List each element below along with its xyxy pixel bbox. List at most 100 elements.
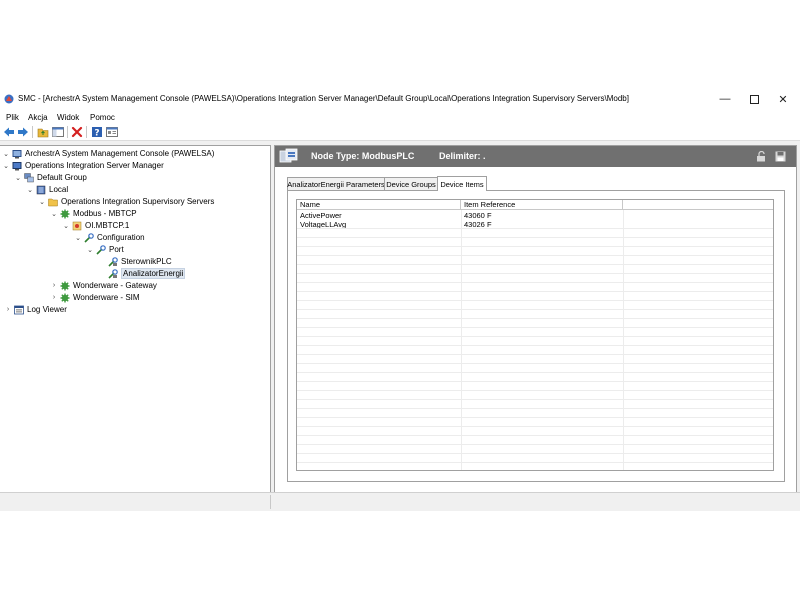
window-title: SMC - [ArchestrA System Management Conso… [18,94,629,103]
grid-row-line [297,399,773,400]
tree-node-label: Port [109,245,124,254]
close-icon[interactable]: ✕ [770,91,796,107]
tree-node-wonderware-gateway[interactable]: › Wonderware - Gateway [50,280,157,291]
toolbar: ? [0,124,800,141]
tree-node-console[interactable]: ⌄ ArchestrA System Management Console (P… [2,148,214,159]
toolbar-separator [86,126,87,138]
collapse-chevron-icon[interactable]: ⌄ [86,244,94,255]
show-hide-tree-icon[interactable] [52,126,64,138]
tree-node-port[interactable]: ⌄ Port [86,244,124,255]
collapse-chevron-icon[interactable]: ⌄ [2,148,10,159]
properties-icon[interactable] [106,126,118,138]
tab-device-items[interactable]: Device Items [437,176,487,191]
tab-control: AnalizatorEnergii Parameters Device Grou… [287,176,785,483]
tree-node-label: OI.MBTCP.1 [85,221,130,230]
tree-node-supervisory-servers[interactable]: ⌄ Operations Integration Supervisory Ser… [38,196,214,207]
tree-node-label: ArchestrA System Management Console (PAW… [25,149,215,158]
smc-app-icon [4,94,14,104]
folder-icon [48,197,58,207]
grid-row-line [297,462,773,463]
help-icon[interactable]: ? [91,126,103,138]
forward-icon[interactable] [17,126,29,138]
grid-row-line [297,237,773,238]
collapse-chevron-icon[interactable]: ⌄ [50,208,58,219]
grid-row-line [297,453,773,454]
title-bar[interactable]: SMC - [ArchestrA System Management Conso… [0,88,800,110]
collapse-chevron-icon[interactable]: ⌄ [14,172,22,183]
tree-node-label: Modbus - MBTCP [73,209,137,218]
tree-node-log-viewer[interactable]: › Log Viewer [4,304,67,315]
smc-window: SMC - [ArchestrA System Management Conso… [0,88,800,511]
tree-node-default-group[interactable]: ⌄ Default Group [14,172,87,183]
console-tree[interactable]: ⌄ ArchestrA System Management Console (P… [0,145,271,493]
grid-row-line [297,264,773,265]
tree-node-label: Operations Integration Supervisory Serve… [61,197,215,206]
menu-akcja[interactable]: Akcja [28,113,48,122]
log-viewer-icon [14,305,24,315]
table-cell-reference[interactable]: 43060 F [461,211,622,220]
grid-row-line [297,255,773,256]
maximize-icon[interactable] [741,91,767,107]
tab-analizatorenergii-parameters[interactable]: AnalizatorEnergii Parameters [287,177,385,191]
collapse-chevron-icon[interactable]: ⌄ [38,196,46,207]
grid-row-line [297,426,773,427]
grid-row-line [297,390,773,391]
grid-row-line [297,345,773,346]
menu-bar: Plik Akcja Widok Pomoc [0,110,800,124]
grid-row-line [297,246,773,247]
status-bar [0,492,800,511]
tree-node-local[interactable]: ⌄ Local [26,184,68,195]
collapse-chevron-icon[interactable]: ⌄ [62,220,70,231]
table-cell-name[interactable]: ActivePower [297,211,460,220]
lock-icon[interactable] [756,150,767,162]
expand-chevron-icon[interactable]: › [50,292,58,303]
tree-node-oi-mbtcp[interactable]: ⌄ OI.MBTCP.1 [62,220,129,231]
device-items-panel: Name Item Reference ActivePower 43060 F … [287,190,785,482]
tree-node-analizatorenergii[interactable]: AnalizatorEnergii [108,268,186,279]
collapse-chevron-icon[interactable]: ⌄ [2,160,10,171]
collapse-chevron-icon[interactable]: ⌄ [26,184,34,195]
up-folder-icon[interactable] [37,126,49,138]
tree-node-wonderware-sim[interactable]: › Wonderware - SIM [50,292,140,303]
back-icon[interactable] [3,126,15,138]
expand-chevron-icon[interactable]: › [50,280,58,291]
grid-column-line [623,210,624,470]
plc-icon [108,256,118,267]
tree-node-configuration[interactable]: ⌄ Configuration [74,232,145,243]
tree-node-server-manager[interactable]: ⌄ Operations Integration Server Manager [2,160,164,171]
status-divider [270,495,271,509]
grid-row-line [297,318,773,319]
toolbar-separator [32,126,33,138]
delete-icon[interactable] [71,126,83,138]
tree-node-label: Log Viewer [27,305,67,314]
grid-row-line [297,417,773,418]
expand-chevron-icon[interactable]: › [4,304,12,315]
tree-node-label: Operations Integration Server Manager [25,161,164,170]
grid-row-line [297,309,773,310]
column-header-item-reference[interactable]: Item Reference [461,200,623,210]
grid-row-line [297,291,773,292]
tree-node-label: Wonderware - SIM [73,293,140,302]
tree-node-label: AnalizatorEnergii [121,268,186,279]
column-header-spacer [623,200,773,210]
column-header-name[interactable]: Name [297,200,461,210]
tab-device-groups[interactable]: Device Groups [384,177,438,191]
menu-plik[interactable]: Plik [6,113,19,122]
collapse-chevron-icon[interactable]: ⌄ [74,232,82,243]
grid-row-line [297,228,773,229]
grid-row-line [297,273,773,274]
tree-node-modbus-mbtcp[interactable]: ⌄ Modbus - MBTCP [50,208,137,219]
grid-row-line [297,327,773,328]
menu-widok[interactable]: Widok [57,113,79,122]
menu-pomoc[interactable]: Pomoc [90,113,115,122]
device-node-icon [279,148,299,165]
grid-row-line [297,435,773,436]
grid-row-line [297,372,773,373]
tree-node-label: Wonderware - Gateway [73,281,157,290]
save-icon[interactable] [775,151,786,162]
node-header: Node Type: ModbusPLC Delimiter: . [275,146,796,167]
plc-icon [108,268,118,279]
device-items-grid[interactable]: Name Item Reference ActivePower 43060 F … [296,199,774,471]
minimize-icon[interactable]: — [712,91,738,107]
tree-node-sterownikplc[interactable]: SterownikPLC [108,256,172,267]
